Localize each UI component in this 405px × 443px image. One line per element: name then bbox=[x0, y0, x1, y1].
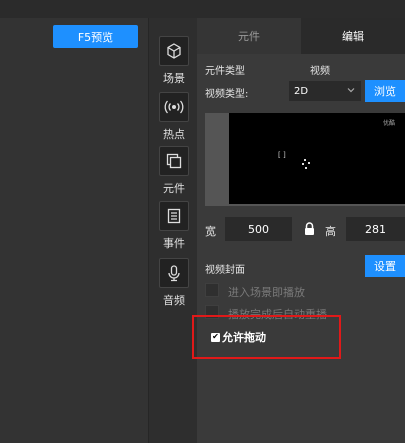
browse-button[interactable]: 浏览 bbox=[365, 80, 405, 102]
list-icon bbox=[159, 201, 189, 231]
component-type-label: 元件类型 bbox=[205, 66, 245, 77]
tab-elements[interactable]: 元件 bbox=[197, 18, 301, 54]
chevron-down-icon bbox=[346, 85, 356, 98]
tool-audio[interactable]: 音频 bbox=[154, 258, 194, 308]
layers-icon bbox=[159, 146, 189, 176]
width-label: 宽 bbox=[205, 225, 216, 238]
microphone-icon bbox=[159, 258, 189, 288]
autoplay-checkbox[interactable] bbox=[205, 283, 219, 297]
tool-scene[interactable]: 场景 bbox=[154, 36, 194, 86]
top-bar bbox=[0, 0, 405, 18]
tool-elements[interactable]: 元件 bbox=[154, 146, 194, 196]
tool-events-label: 事件 bbox=[163, 237, 185, 250]
panel-tabs: 元件 编辑 bbox=[197, 18, 405, 54]
cube-icon bbox=[159, 36, 189, 66]
autoplay-label: 进入场景即播放 bbox=[228, 286, 305, 299]
video-watermark: 优酷 bbox=[382, 120, 395, 127]
lock-icon[interactable] bbox=[304, 222, 315, 238]
video-cover-label: 视频封面 bbox=[205, 265, 245, 276]
tool-scene-label: 场景 bbox=[163, 72, 185, 85]
tool-elements-label: 元件 bbox=[163, 182, 185, 195]
highlight-box bbox=[192, 315, 341, 359]
scene-canvas-panel bbox=[0, 18, 148, 443]
tool-audio-label: 音频 bbox=[163, 294, 185, 307]
broadcast-icon bbox=[159, 92, 189, 122]
tool-events[interactable]: 事件 bbox=[154, 201, 194, 251]
width-input[interactable]: 500 bbox=[225, 217, 292, 241]
tab-edit[interactable]: 编辑 bbox=[301, 18, 405, 54]
tool-hotspot-label: 热点 bbox=[163, 128, 185, 141]
tool-hotspot[interactable]: 热点 bbox=[154, 92, 194, 142]
height-label: 高 bbox=[325, 225, 336, 238]
preview-button[interactable]: F5预览 bbox=[53, 25, 138, 48]
video-preview[interactable]: 优酷 [ ] bbox=[229, 113, 405, 204]
video-type-label: 视频类型: bbox=[205, 89, 249, 100]
component-type-value: 视频 bbox=[310, 66, 330, 77]
video-type-select[interactable]: 2D bbox=[289, 81, 361, 101]
video-type-value: 2D bbox=[294, 85, 309, 97]
set-cover-button[interactable]: 设置 bbox=[365, 255, 405, 277]
height-input[interactable]: 281 bbox=[346, 217, 405, 241]
video-cursor-marker: [ ] bbox=[278, 151, 286, 159]
side-toolbar: 场景 热点 元件 事件 音频 bbox=[149, 18, 197, 443]
